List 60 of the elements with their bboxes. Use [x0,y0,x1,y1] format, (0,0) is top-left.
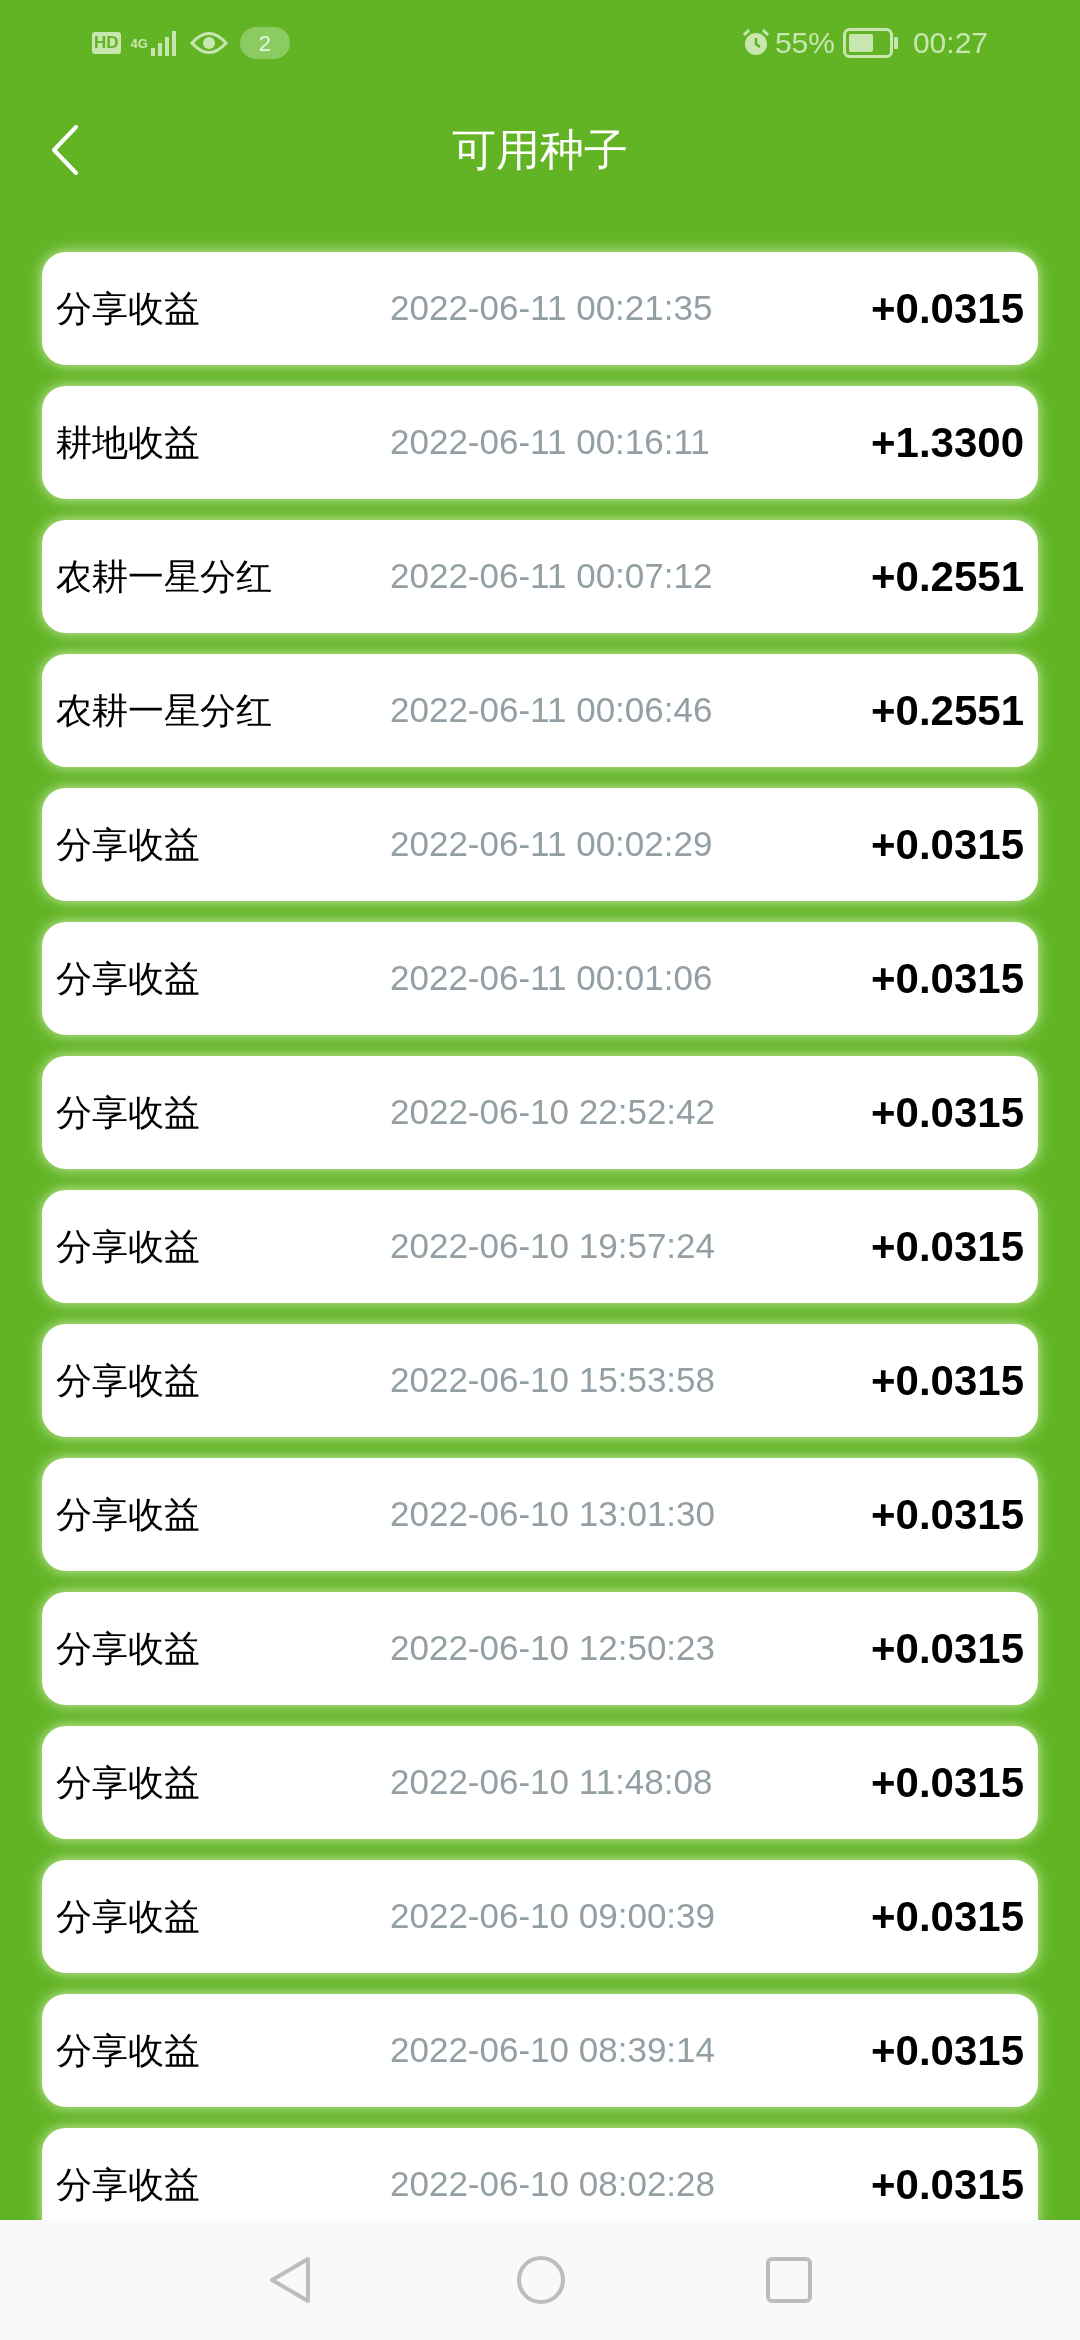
record-amount: +0.0315 [871,1490,1024,1540]
record-amount: +0.0315 [871,1758,1024,1808]
record-type: 分享收益 [56,1224,201,1269]
record-amount: +0.0315 [871,1624,1024,1674]
record-amount: +0.0315 [871,2160,1024,2210]
record-type: 农耕一星分红 [56,554,273,599]
hd-icon: HD [92,32,121,54]
record-type: 分享收益 [56,1626,201,1671]
record-time: 2022-06-10 11:48:08 [390,1761,714,1804]
record-amount: +0.0315 [871,2026,1024,2076]
recents-square-icon [766,2257,812,2303]
record-amount: +0.0315 [871,1088,1024,1138]
record-amount: +0.0315 [871,284,1024,334]
record-type: 分享收益 [56,1358,201,1403]
record-time: 2022-06-10 13:01:30 [390,1493,716,1536]
record-amount: +0.0315 [871,820,1024,870]
record-type: 分享收益 [56,956,201,1001]
battery-icon [842,28,899,58]
record-amount: +0.0315 [871,1356,1024,1406]
record-time: 2022-06-11 00:07:12 [390,555,714,598]
record-type: 分享收益 [56,2028,201,2073]
battery-percent: 55% [774,28,835,58]
record-time: 2022-06-11 00:01:06 [390,957,714,1000]
record-type: 分享收益 [56,1090,201,1135]
record-time: 2022-06-10 19:57:24 [390,1225,716,1268]
eye-icon [189,30,228,56]
record-time: 2022-06-11 00:21:35 [390,287,714,330]
record-time: 2022-06-11 00:16:11 [390,421,711,464]
network-type-label: 4G [130,36,148,50]
record-amount: +0.0315 [871,954,1024,1004]
record-time: 2022-06-10 08:39:14 [390,2029,716,2072]
clock-time: 00:27 [912,28,988,58]
record-time: 2022-06-11 00:06:46 [390,689,714,732]
page-title: 可用种子 [452,124,628,176]
record-time: 2022-06-10 12:50:23 [390,1627,716,1670]
record-amount: +0.0315 [871,1222,1024,1272]
record-time: 2022-06-11 00:02:29 [390,823,714,866]
home-circle-icon [516,2255,566,2305]
record-type: 耕地收益 [56,420,201,465]
record-time: 2022-06-10 08:02:28 [390,2163,716,2206]
alarm-icon [740,28,771,58]
record-type: 农耕一星分红 [56,688,273,733]
record-time: 2022-06-10 22:52:42 [390,1091,716,1134]
record-type: 分享收益 [56,822,201,867]
record-type: 分享收益 [56,1894,201,1939]
record-type: 分享收益 [56,2162,201,2207]
back-triangle-icon [268,2255,312,2305]
record-time: 2022-06-10 09:00:39 [390,1895,716,1938]
record-type: 分享收益 [56,1492,201,1537]
record-amount: +0.2551 [871,686,1024,736]
record-amount: +0.0315 [871,1892,1024,1942]
signal-icon [149,30,178,56]
nav-home-button[interactable] [516,2255,566,2305]
nav-recents-button[interactable] [766,2257,812,2303]
record-time: 2022-06-10 15:53:58 [390,1359,716,1402]
record-amount: +0.2551 [871,552,1024,602]
record-amount: +1.3300 [871,418,1024,468]
record-type: 分享收益 [56,1760,201,1805]
notification-count-badge: 2 [239,27,290,59]
record-type: 分享收益 [56,286,201,331]
